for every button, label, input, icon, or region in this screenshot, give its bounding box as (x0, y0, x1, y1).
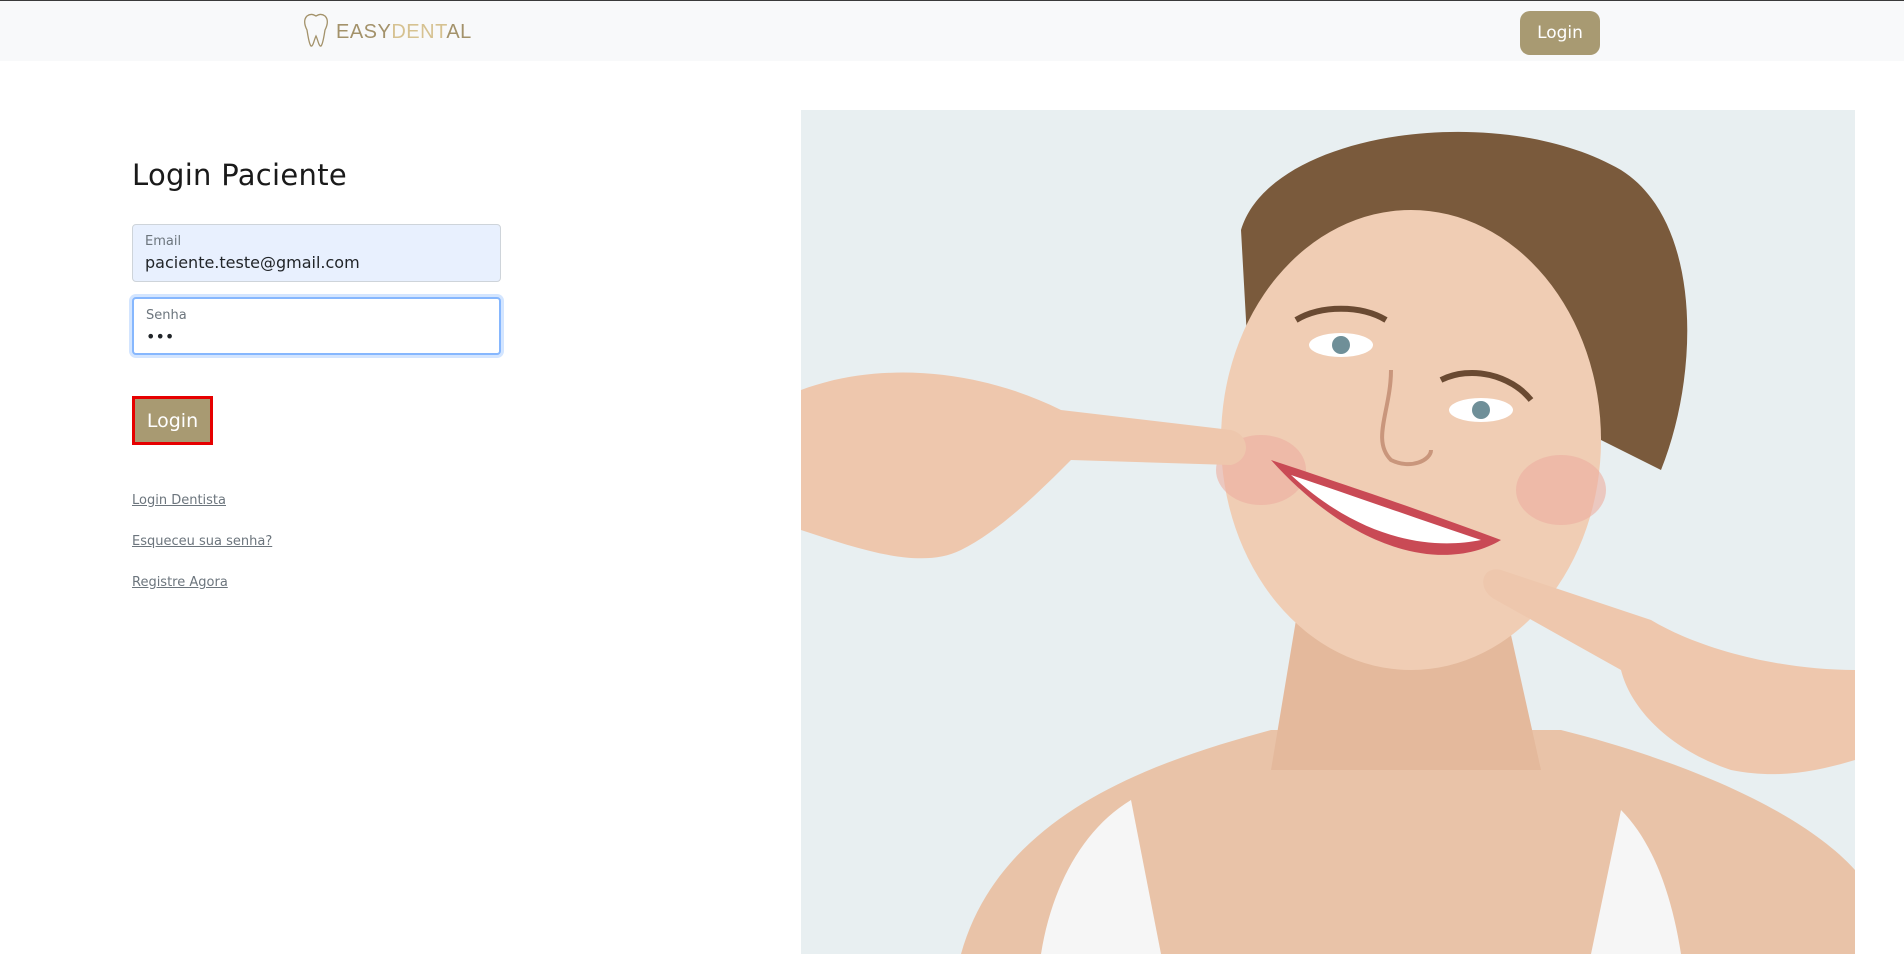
login-dentista-link[interactable]: Login Dentista (132, 493, 226, 508)
password-label: Senha (146, 308, 187, 323)
navbar-login-button[interactable]: Login (1520, 11, 1600, 55)
navbar: EASYDENTAL Login (0, 1, 1904, 61)
email-input[interactable]: paciente.teste@gmail.com (145, 253, 485, 272)
brand-logo[interactable]: EASYDENTAL (302, 13, 472, 51)
register-link[interactable]: Registre Agora (132, 575, 228, 590)
email-label: Email (145, 234, 182, 249)
page-title: Login Paciente (132, 158, 348, 192)
login-button[interactable]: Login (132, 396, 213, 445)
tooth-icon (302, 12, 330, 52)
brand-name: EASYDENTAL (336, 20, 472, 43)
password-field[interactable]: Senha ••• (132, 297, 501, 355)
hero-photo (801, 110, 1855, 954)
forgot-password-link[interactable]: Esqueceu sua senha? (132, 534, 272, 549)
email-field[interactable]: Email paciente.teste@gmail.com (132, 224, 501, 282)
password-input[interactable]: ••• (146, 327, 486, 346)
